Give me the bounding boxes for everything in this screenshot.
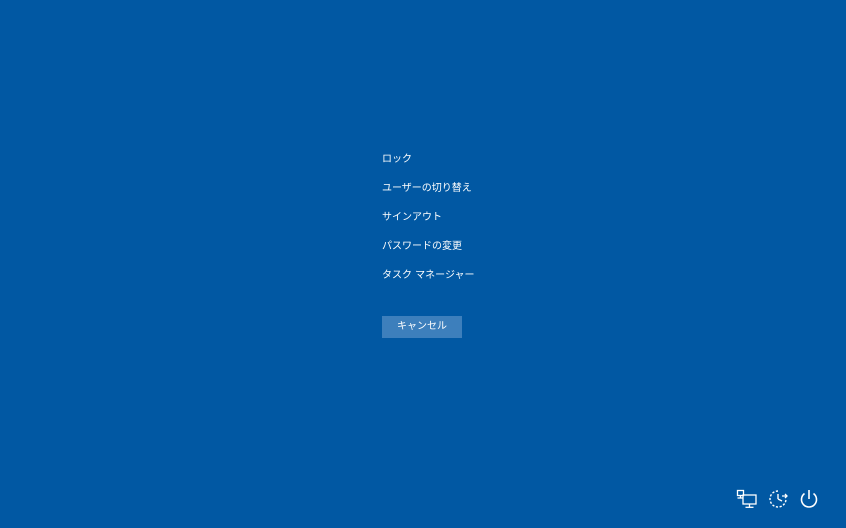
power-button[interactable] xyxy=(796,486,822,512)
menu-item-task-manager[interactable]: タスク マネージャー xyxy=(382,266,582,295)
system-tray xyxy=(734,486,827,512)
menu-item-switch-user[interactable]: ユーザーの切り替え xyxy=(382,179,582,208)
ease-of-access-button[interactable] xyxy=(765,486,791,512)
menu-item-lock[interactable]: ロック xyxy=(382,150,582,179)
network-icon xyxy=(736,489,757,508)
menu-item-sign-out[interactable]: サインアウト xyxy=(382,208,582,237)
menu-item-change-password[interactable]: パスワードの変更 xyxy=(382,237,582,266)
network-button[interactable] xyxy=(734,486,760,512)
accessibility-icon xyxy=(769,490,788,508)
ctrl-alt-del-screen: ロック ユーザーの切り替え サインアウト パスワードの変更 タスク マネージャー… xyxy=(0,0,846,528)
cancel-button[interactable]: キャンセル xyxy=(382,316,462,338)
power-icon xyxy=(800,490,818,508)
security-options-menu: ロック ユーザーの切り替え サインアウト パスワードの変更 タスク マネージャー xyxy=(382,150,582,295)
